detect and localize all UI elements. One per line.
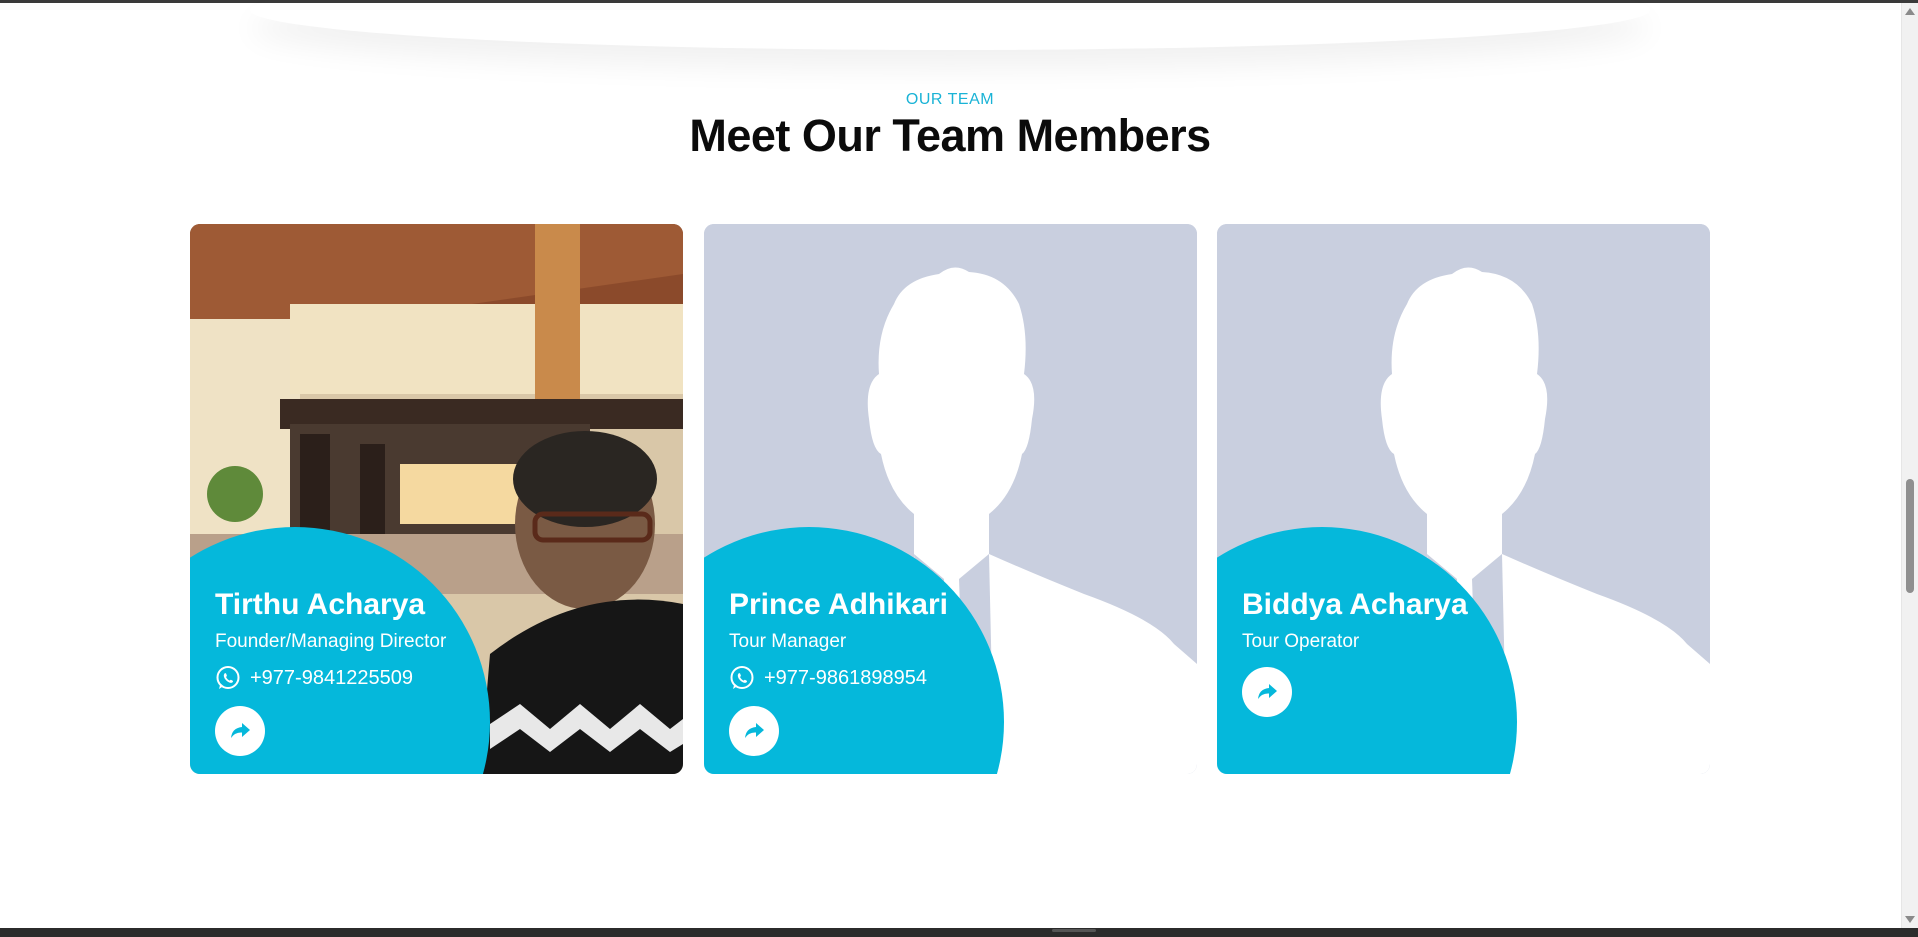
share-arrow-icon bbox=[745, 723, 764, 738]
member-phone[interactable]: +977-9861898954 bbox=[729, 664, 927, 692]
member-role: Tour Manager bbox=[729, 631, 847, 652]
team-card-biddya-acharya[interactable]: Biddya Acharya Tour Operator bbox=[1217, 224, 1710, 774]
whatsapp-icon bbox=[730, 666, 754, 689]
member-phone[interactable]: +977-9841225509 bbox=[215, 664, 413, 692]
share-button[interactable] bbox=[215, 706, 265, 756]
scroll-up-arrow-icon[interactable] bbox=[1905, 8, 1915, 15]
phone-number: +977-9841225509 bbox=[250, 666, 413, 689]
window-bottom-border bbox=[0, 928, 1918, 937]
team-card-prince-adhikari[interactable]: Prince Adhikari Tour Manager +977-986189… bbox=[704, 224, 1197, 774]
section-title: Meet Our Team Members bbox=[689, 110, 1211, 161]
share-button[interactable] bbox=[729, 706, 779, 756]
resize-handle[interactable] bbox=[1052, 929, 1096, 932]
section-eyebrow: OUR TEAM bbox=[905, 91, 995, 108]
previous-section-shadow bbox=[250, 0, 1650, 50]
vertical-scrollbar[interactable] bbox=[1901, 3, 1918, 928]
member-role: Tour Operator bbox=[1242, 631, 1360, 652]
share-button[interactable] bbox=[1242, 667, 1292, 717]
whatsapp-icon bbox=[216, 666, 240, 689]
member-name: Prince Adhikari bbox=[729, 588, 948, 621]
scrollbar-thumb[interactable] bbox=[1906, 479, 1914, 593]
phone-number: +977-9861898954 bbox=[764, 666, 927, 689]
share-arrow-icon bbox=[1258, 684, 1277, 699]
team-card-tirthu-acharya[interactable]: Tirthu Acharya Founder/Managing Director… bbox=[190, 224, 683, 774]
share-arrow-icon bbox=[231, 723, 250, 738]
member-role: Founder/Managing Director bbox=[215, 631, 447, 652]
member-name: Tirthu Acharya bbox=[215, 588, 426, 621]
scroll-down-arrow-icon[interactable] bbox=[1905, 916, 1915, 923]
member-name: Biddya Acharya bbox=[1242, 588, 1468, 621]
